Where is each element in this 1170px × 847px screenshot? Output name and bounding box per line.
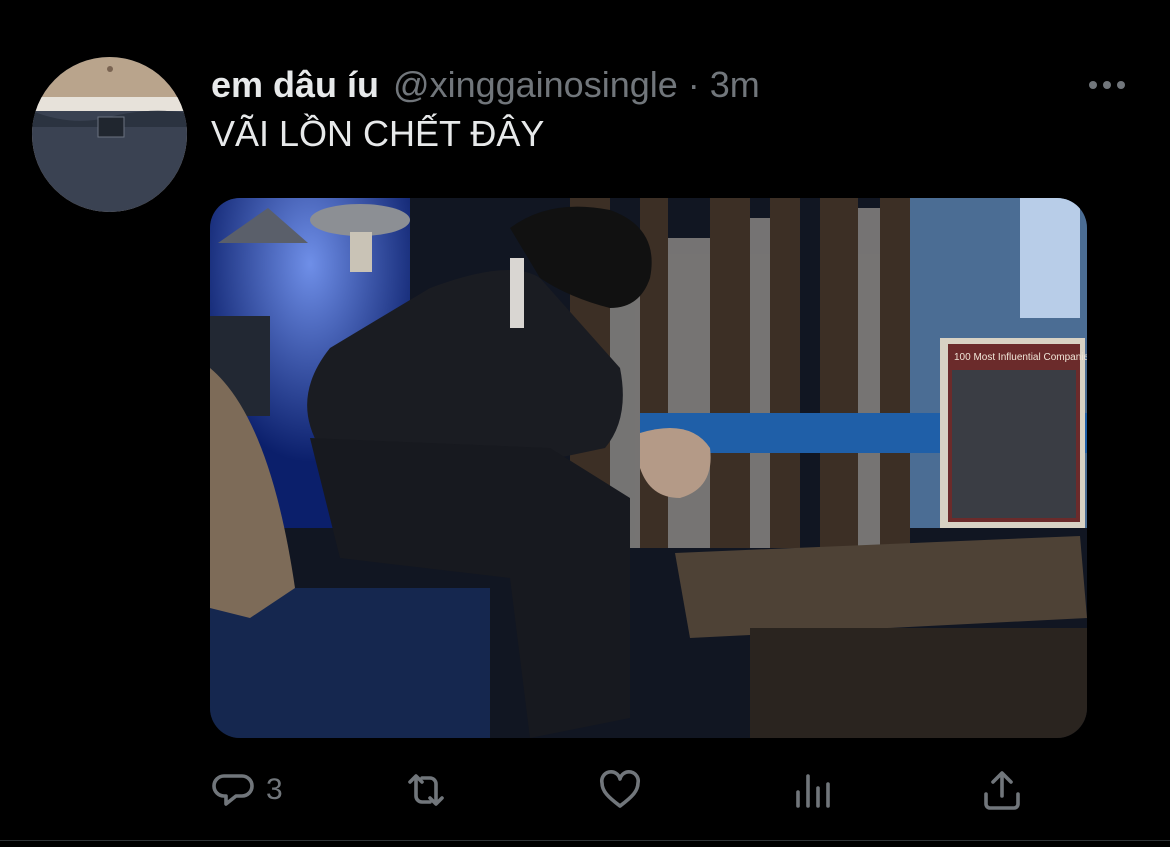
- share-button[interactable]: [978, 760, 1026, 820]
- share-icon: [984, 771, 1020, 810]
- tweet-text: VÃI LỒN CHẾT ĐÂY: [211, 113, 545, 154]
- reply-button[interactable]: 3: [210, 760, 283, 820]
- like-button[interactable]: [596, 760, 644, 820]
- reply-count: 3: [266, 773, 283, 806]
- avatar-image: [32, 57, 187, 212]
- separator-dot: ·: [687, 64, 700, 105]
- like-icon: [599, 769, 641, 808]
- analytics-icon: [796, 774, 830, 808]
- divider: [0, 840, 1170, 841]
- more-icon: [1089, 81, 1125, 89]
- analytics-button[interactable]: [790, 760, 838, 820]
- user-handle[interactable]: @xinggainosingle: [393, 64, 678, 106]
- avatar[interactable]: [32, 57, 187, 212]
- more-options-button[interactable]: [1085, 72, 1129, 98]
- display-name[interactable]: em dâu íu: [211, 64, 379, 106]
- timestamp[interactable]: 3m: [710, 64, 760, 106]
- media-photo: 100 Most Influential Companies: [210, 198, 1087, 738]
- magazine-title: 100 Most Influential Companies: [954, 352, 1087, 363]
- reply-icon: [212, 774, 254, 806]
- tweet-media[interactable]: 100 Most Influential Companies: [210, 198, 1087, 738]
- retweet-button[interactable]: [402, 760, 450, 820]
- tweet-header: em dâu íu @xinggainosingle · 3m: [211, 62, 760, 108]
- retweet-icon: [408, 774, 444, 806]
- tweet-actions: 3: [210, 760, 1087, 820]
